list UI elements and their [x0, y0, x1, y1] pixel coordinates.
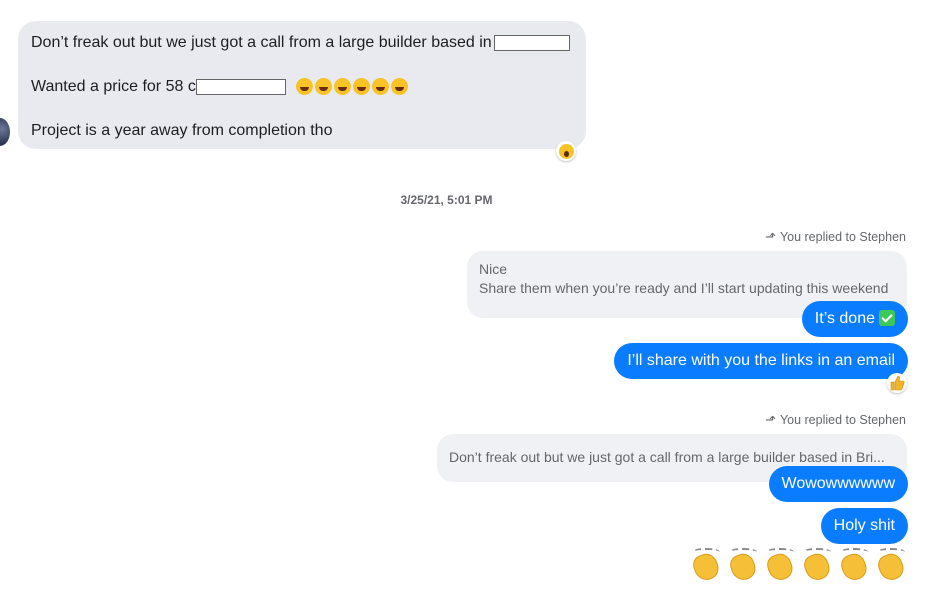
wow-emoji-icon: [558, 143, 574, 159]
message-timestamp: 3/25/21, 5:01 PM: [400, 193, 493, 207]
redaction-box: [493, 34, 570, 51]
clapping-hands-emoji-icon: [690, 548, 723, 584]
replied-to-label: ⬏ You replied to Stephen: [765, 229, 906, 245]
quoted-line-2: Share them when you’re ready and I’ll st…: [479, 280, 889, 296]
clapping-hands-emoji-icon: [875, 548, 908, 584]
clapping-emoji-message[interactable]: [686, 548, 908, 587]
outgoing-message[interactable]: It’s done: [801, 301, 908, 337]
wow-reaction[interactable]: [556, 141, 576, 161]
replied-to-label: ⬏ You replied to Stephen: [765, 412, 906, 428]
outgoing-message-text: Holy shit: [833, 517, 895, 534]
clapping-hands-emoji-icon: [764, 548, 797, 584]
redaction-box: [195, 79, 286, 95]
laughing-emoji-row: [296, 78, 410, 96]
rofl-emoji-icon: [296, 78, 314, 96]
outgoing-message-text: It’s done: [814, 310, 875, 327]
outgoing-message[interactable]: I’ll share with you the links in an emai…: [614, 343, 908, 379]
outgoing-message-text: Wowowwwwww: [781, 475, 896, 492]
replied-to-text: You replied to Stephen: [779, 230, 906, 244]
incoming-line-3: Project is a year away from completion t…: [31, 122, 333, 139]
incoming-message-bubble[interactable]: Don’t freak out but we just got a call f…: [18, 21, 586, 149]
rofl-emoji-icon: [315, 78, 333, 96]
incoming-line-2: Wanted a price for 58 c: [31, 78, 410, 96]
clapping-hands-emoji-icon: [838, 548, 871, 584]
joy-emoji-icon: [391, 78, 409, 96]
reply-arrow-icon: ⬏: [765, 412, 776, 427]
quoted-line-1: Nice: [479, 261, 508, 277]
outgoing-message[interactable]: Holy shit: [820, 508, 908, 544]
contact-avatar[interactable]: [0, 118, 10, 146]
reply-arrow-icon: ⬏: [765, 229, 776, 244]
replied-to-text: You replied to Stephen: [779, 413, 906, 427]
outgoing-message-text: I’ll share with you the links in an emai…: [627, 352, 895, 369]
check-mark-emoji-icon: [879, 309, 895, 326]
incoming-line-2-text: Wanted a price for 58 c: [31, 78, 196, 96]
thumbs-up-reaction[interactable]: [887, 373, 907, 393]
incoming-line-1-text: Don’t freak out but we just got a call f…: [31, 34, 492, 51]
outgoing-message[interactable]: Wowowwwwww: [768, 466, 908, 502]
rofl-emoji-icon: [372, 78, 390, 96]
clapping-hands-emoji-icon: [801, 548, 834, 584]
rofl-emoji-icon: [334, 78, 352, 96]
clapping-hands-emoji-icon: [727, 548, 760, 584]
rofl-emoji-icon: [353, 78, 371, 96]
incoming-line-1: Don’t freak out but we just got a call f…: [31, 34, 570, 52]
thumbs-up-emoji-icon: [890, 375, 905, 391]
